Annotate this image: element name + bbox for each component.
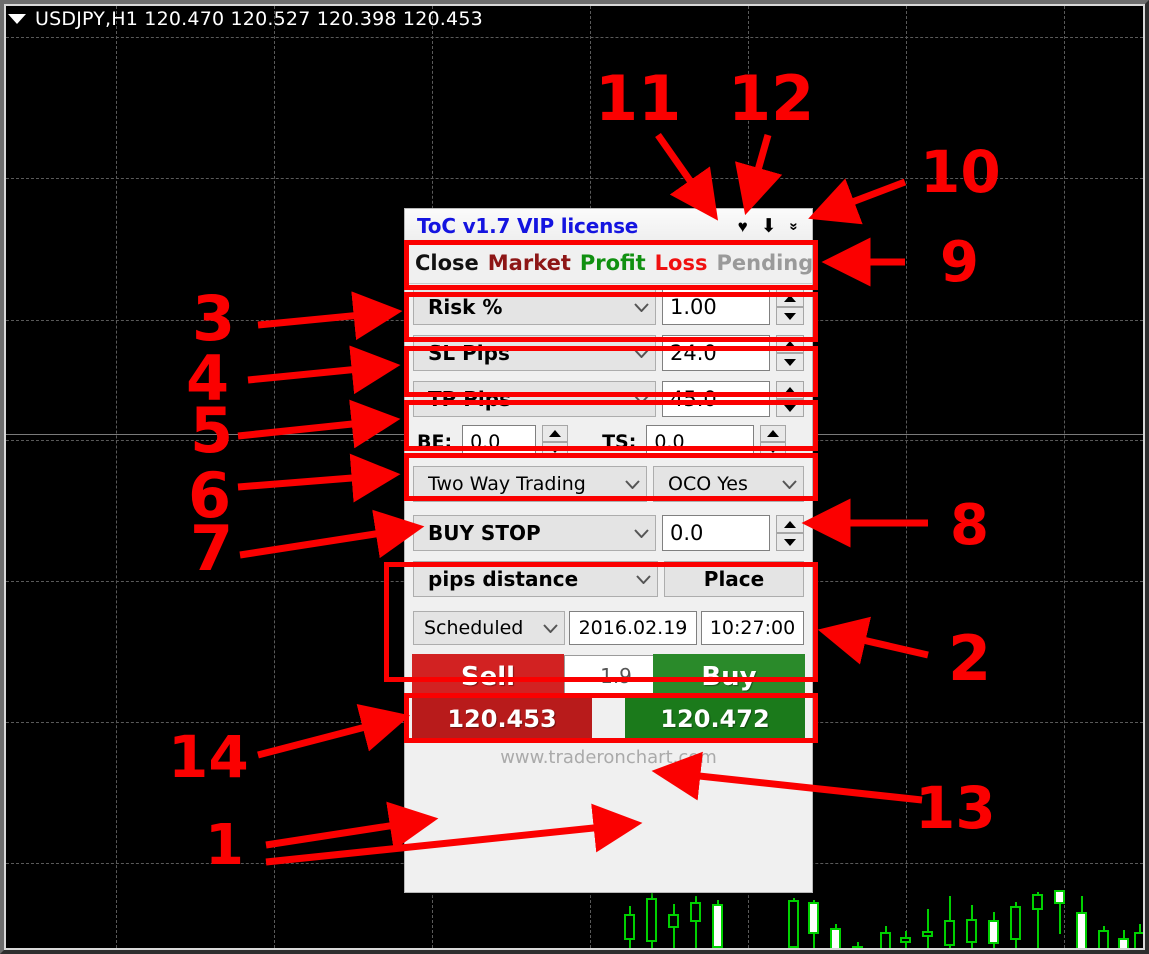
panel-title: ToC v1.7 VIP license [417,214,639,238]
annotation-box-tp [404,400,818,451]
candle [1054,890,1065,934]
candle [690,896,701,948]
candle [712,900,723,948]
candle [624,906,635,948]
annotation-box-bets [404,453,818,501]
heart-icon[interactable]: ♥ [738,218,748,235]
annotation-number-10: 10 [920,138,1001,206]
annotation-box-risk [404,292,818,342]
candle [1010,902,1021,948]
candle [900,931,911,948]
candle [808,900,819,948]
caret-down-icon[interactable] [8,14,26,24]
order-stepper-up[interactable] [776,515,804,533]
candle [788,898,799,948]
annotation-number-9: 9 [940,230,979,295]
annotation-number-12: 12 [728,62,815,135]
candle [944,896,955,948]
annotation-box-schedule [404,693,818,743]
annotation-box-sl [404,346,818,397]
annotation-box-pending [384,562,818,682]
candle [1118,930,1129,948]
annotation-number-3: 3 [192,282,236,355]
candle [988,912,999,948]
arrow-down-icon[interactable]: ⬇ [761,217,777,236]
candle [1076,896,1087,948]
order-value-input[interactable]: 0.0 [662,515,770,551]
candle [668,904,679,948]
annotation-number-13: 13 [915,774,996,842]
order-type-select[interactable]: BUY STOP [413,515,656,551]
order-type-label: BUY STOP [428,521,541,545]
candle [880,926,891,948]
chevron-down-icon [634,528,649,538]
candle [922,909,933,948]
panel-titlebar[interactable]: ToC v1.7 VIP license ♥ ⬇ » [405,209,812,243]
candle [852,942,863,948]
candle [1098,926,1109,948]
annotation-number-1: 1 [205,813,244,878]
screenshot-root: USDJPY,H1 120.470 120.527 120.398 120.45… [0,0,1149,954]
order-stepper-down[interactable] [776,533,804,551]
double-chevron-down-icon[interactable]: » [785,222,802,230]
annotation-number-8: 8 [950,493,989,558]
annotation-box-menu [404,240,818,290]
annotation-number-7: 7 [190,512,234,585]
panel-title-icons: ♥ ⬇ » [738,217,806,236]
candle [966,905,977,948]
panel-footer: www.traderonchart.com [405,740,812,774]
quote-bar: USDJPY,H1 120.470 120.527 120.398 120.45… [8,7,483,31]
footer-url[interactable]: www.traderonchart.com [500,747,717,768]
quote-text: USDJPY,H1 120.470 120.527 120.398 120.45… [35,8,483,30]
candle [1032,892,1043,948]
candle [646,890,657,948]
annotation-number-14: 14 [168,723,249,791]
annotation-number-11: 11 [595,62,682,135]
order-stepper[interactable] [776,515,804,551]
order-type-row: BUY STOP 0.0 [405,507,812,556]
candle [1134,924,1143,948]
annotation-number-2: 2 [948,622,992,695]
candle [830,924,841,948]
annotation-number-5: 5 [190,394,234,467]
